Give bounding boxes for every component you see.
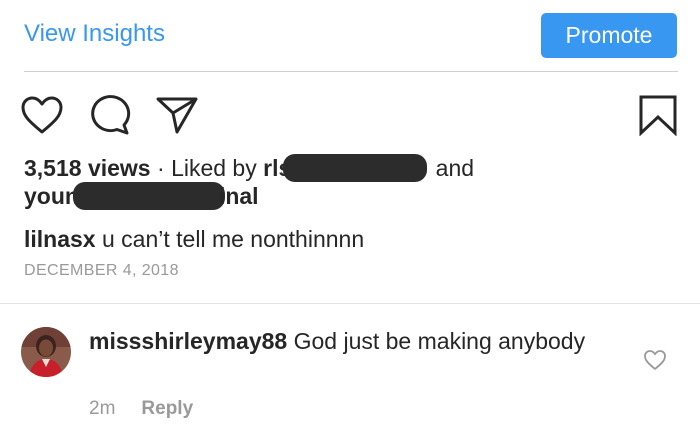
promote-button[interactable]: Promote	[541, 13, 677, 58]
comment-username[interactable]: missshirleymay88	[89, 328, 287, 354]
reply-button[interactable]: Reply	[141, 398, 193, 419]
comment-meta: 2m Reply	[89, 398, 193, 420]
caption-text: u can’t tell me nonthinnnn	[102, 226, 365, 252]
caption-username[interactable]: lilnasx	[24, 226, 96, 252]
heart-icon[interactable]	[20, 95, 64, 135]
share-icon[interactable]	[155, 94, 199, 136]
comment-body: missshirleymay88 God just be making anyb…	[89, 327, 609, 356]
and-label: and	[435, 155, 475, 181]
separator-dot: ·	[157, 155, 165, 181]
avatar[interactable]	[21, 327, 71, 377]
post-date: DECEMBER 4, 2018	[24, 262, 179, 279]
likes-summary: 3,518 views · Liked by rls and	[24, 154, 474, 182]
post-caption: lilnasx u can’t tell me nonthinnnn	[24, 225, 364, 253]
avatar-image	[21, 327, 71, 377]
view-insights-link[interactable]: View Insights	[24, 20, 165, 48]
likes-summary-line2: youn inal	[24, 182, 259, 210]
views-count[interactable]: 3,518 views	[24, 155, 151, 181]
liker-username-end[interactable]: inal	[219, 183, 259, 209]
liker-username-start[interactable]: youn	[24, 183, 79, 209]
redaction-bar	[72, 182, 225, 210]
comment-icon[interactable]	[88, 94, 132, 136]
comments-divider	[0, 303, 700, 304]
header-divider	[24, 71, 678, 72]
comment-heart-icon[interactable]	[643, 349, 667, 371]
comment-text: God just be making anybody	[293, 328, 586, 354]
redaction-bar	[283, 154, 428, 182]
liked-by-label: Liked by	[171, 155, 257, 181]
comment-time: 2m	[89, 398, 116, 419]
bookmark-icon[interactable]	[638, 94, 678, 136]
